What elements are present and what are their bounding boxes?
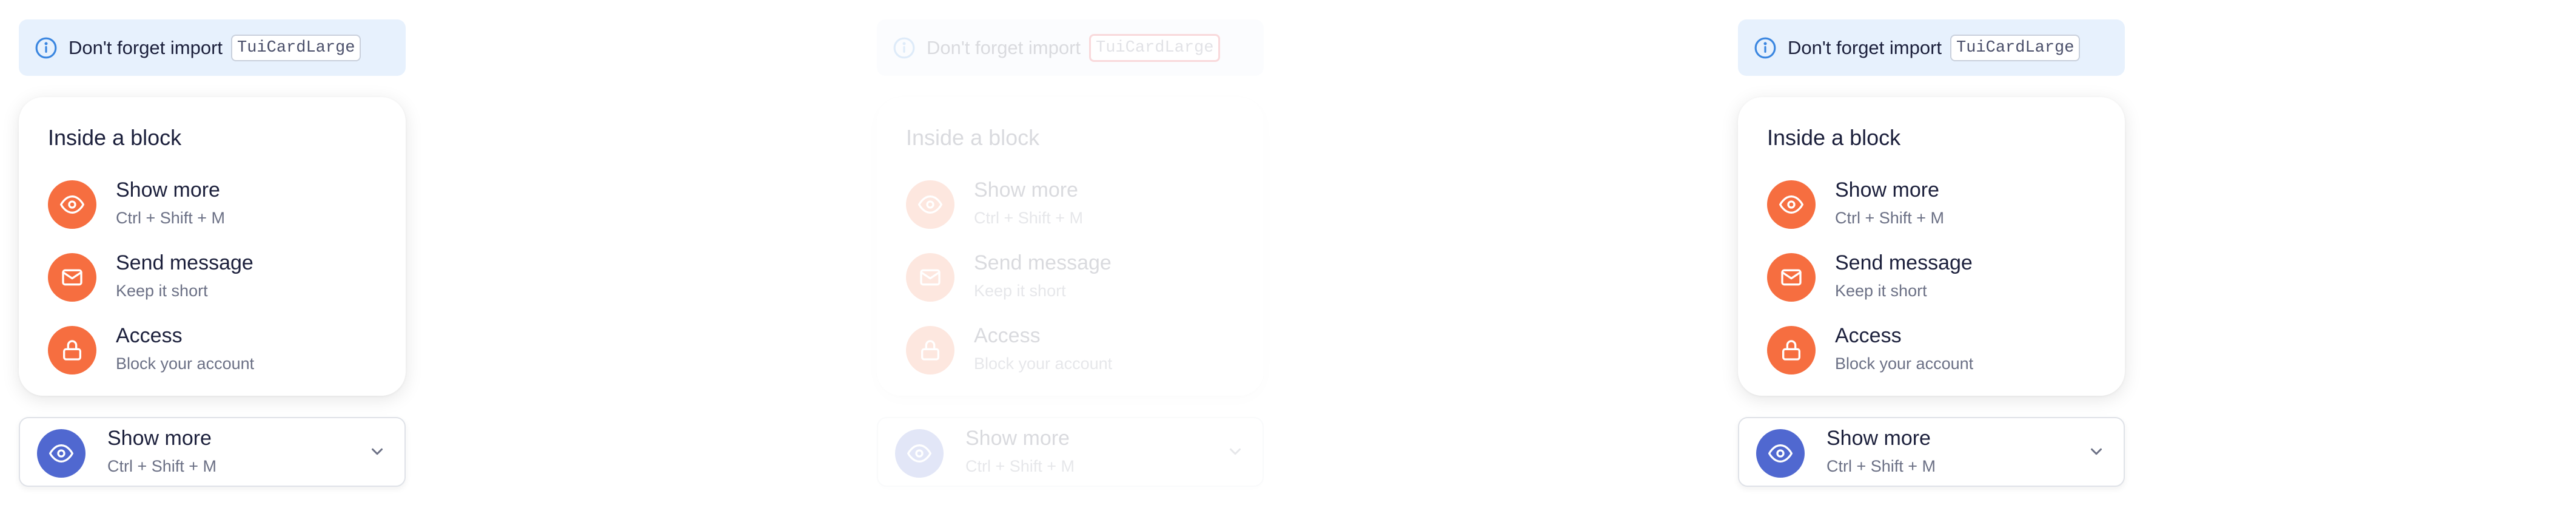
cell-subtitle: Keep it short	[974, 282, 1066, 300]
demo-panel: Don't forget import TuiCardLarge Inside …	[874, 0, 1276, 505]
import-notice: Don't forget import TuiCardLarge	[19, 19, 406, 76]
lock-icon	[63, 340, 81, 361]
chevron-down-icon[interactable]	[368, 442, 386, 461]
notice-text: Don't forget import	[927, 36, 1081, 58]
accordion-show-more[interactable]: Show more Ctrl + Shift + M	[1738, 417, 2125, 487]
cell-title: Show more	[116, 178, 220, 202]
card-title: Inside a block	[906, 125, 1040, 150]
cell-subtitle: Block your account	[974, 354, 1113, 373]
cell-subtitle: Ctrl + Shift + M	[116, 209, 226, 227]
large-card: Inside a block Show more Ctrl + Shift + …	[19, 97, 406, 396]
import-code: TuiCardLarge	[1089, 33, 1221, 62]
cell-title: Send message	[1835, 251, 1973, 274]
cell-subtitle: Ctrl + Shift + M	[1835, 209, 1945, 227]
cell-subtitle: Block your account	[116, 354, 255, 373]
import-notice: Don't forget import TuiCardLarge	[1738, 19, 2125, 76]
eye-icon	[918, 195, 942, 214]
cell-send-message[interactable]: Send message Keep it short	[1767, 251, 2107, 306]
cell-access[interactable]: Access Block your account	[1767, 324, 2107, 379]
eye-icon	[1768, 444, 1793, 463]
notice-text: Don't forget import	[1788, 36, 1942, 58]
cell-title: Show more	[974, 178, 1078, 202]
avatar	[48, 180, 96, 229]
avatar	[906, 253, 954, 302]
cell-subtitle: Keep it short	[1835, 282, 1927, 300]
cell-show-more[interactable]: Show more Ctrl + Shift + M	[48, 178, 387, 233]
card-title: Inside a block	[48, 125, 182, 150]
accordion-show-more[interactable]: Show more Ctrl + Shift + M	[877, 417, 1264, 487]
cell-subtitle: Block your account	[1835, 354, 1974, 373]
avatar	[895, 429, 944, 478]
large-card: Inside a block Show more Ctrl + Shift + …	[1738, 97, 2125, 396]
avatar	[48, 253, 96, 302]
accordion-show-more[interactable]: Show more Ctrl + Shift + M	[19, 417, 406, 487]
accordion-title: Show more	[965, 427, 1070, 450]
info-icon	[893, 37, 915, 58]
cell-title: Show more	[1835, 178, 1939, 202]
info-icon	[1754, 37, 1776, 58]
eye-icon	[49, 444, 73, 463]
avatar	[1767, 326, 1816, 375]
cell-title: Access	[974, 324, 1041, 347]
cell-show-more[interactable]: Show more Ctrl + Shift + M	[906, 178, 1246, 233]
cell-subtitle: Ctrl + Shift + M	[974, 209, 1084, 227]
large-card: Inside a block Show more Ctrl + Shift + …	[877, 97, 1264, 396]
cell-subtitle: Keep it short	[116, 282, 208, 300]
chevron-down-icon[interactable]	[2087, 442, 2105, 461]
cell-title: Send message	[974, 251, 1112, 274]
envelope-icon	[1781, 269, 1802, 286]
envelope-icon	[62, 269, 82, 286]
cell-send-message[interactable]: Send message Keep it short	[48, 251, 387, 306]
cell-show-more[interactable]: Show more Ctrl + Shift + M	[1767, 178, 2107, 233]
avatar	[906, 326, 954, 375]
cell-title: Send message	[116, 251, 253, 274]
accordion-subtitle: Ctrl + Shift + M	[1826, 457, 1936, 475]
envelope-icon	[920, 269, 941, 286]
accordion-subtitle: Ctrl + Shift + M	[965, 457, 1075, 475]
lock-icon	[1782, 340, 1800, 361]
info-icon	[35, 37, 57, 58]
import-notice: Don't forget import TuiCardLarge	[877, 19, 1264, 76]
notice-text: Don't forget import	[69, 36, 223, 58]
avatar	[1756, 429, 1805, 478]
demo-panel: Don't forget import TuiCardLarge Inside …	[16, 0, 418, 505]
card-title: Inside a block	[1767, 125, 1901, 150]
avatar	[37, 429, 86, 478]
eye-icon	[60, 195, 84, 214]
avatar	[1767, 253, 1816, 302]
accordion-subtitle: Ctrl + Shift + M	[107, 457, 217, 475]
cell-send-message[interactable]: Send message Keep it short	[906, 251, 1246, 306]
import-code: TuiCardLarge	[1950, 34, 2081, 61]
cell-title: Access	[116, 324, 183, 347]
demo-panel: Don't forget import TuiCardLarge Inside …	[1736, 0, 2137, 505]
avatar	[1767, 180, 1816, 229]
avatar	[48, 326, 96, 375]
eye-icon	[907, 444, 931, 463]
cell-access[interactable]: Access Block your account	[48, 324, 387, 379]
accordion-title: Show more	[1826, 427, 1931, 450]
accordion-title: Show more	[107, 427, 212, 450]
cell-title: Access	[1835, 324, 1902, 347]
cell-access[interactable]: Access Block your account	[906, 324, 1246, 379]
import-code: TuiCardLarge	[231, 34, 361, 61]
avatar	[906, 180, 954, 229]
lock-icon	[921, 340, 939, 361]
chevron-down-icon[interactable]	[1226, 442, 1244, 461]
eye-icon	[1779, 195, 1803, 214]
